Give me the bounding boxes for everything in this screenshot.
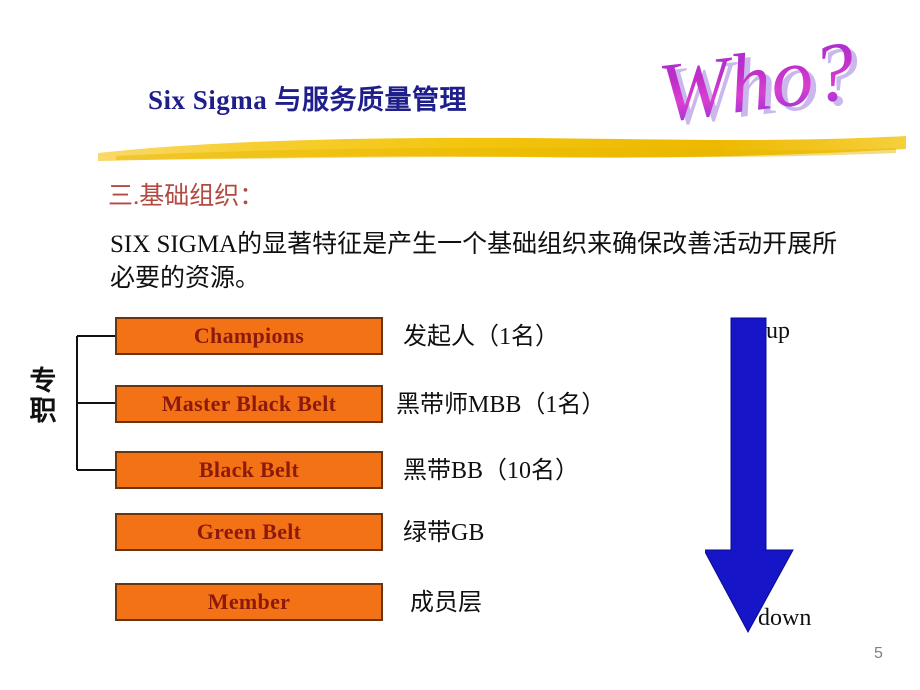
section-heading: 三.基础组织：	[108, 183, 265, 210]
role-box-label: Master Black Belt	[161, 391, 337, 416]
role-box-black-belt[interactable]: Black Belt	[115, 451, 383, 489]
role-box-champions[interactable]: Champions	[115, 317, 383, 355]
wordart-main-text: Who?	[655, 24, 860, 137]
role-box-label: Champions	[193, 323, 305, 348]
role-box-green-belt[interactable]: Green Belt	[115, 513, 383, 551]
fulltime-bracket-label: 专职	[29, 366, 57, 427]
arrow-label-up: up	[766, 318, 790, 344]
wordart-who: Who? Who?	[655, 22, 920, 137]
wordart-shadow-text: Who?	[659, 28, 865, 137]
role-box-master-black-belt[interactable]: Master Black Belt	[115, 385, 383, 423]
brush-divider	[96, 132, 908, 164]
body-paragraph: SIX SIGMA的显著特征是产生一个基础组织来确保改善活动开展所必要的资源。	[110, 231, 838, 292]
page-number: 5	[874, 645, 883, 662]
role-box-label: Black Belt	[198, 457, 300, 482]
down-arrow-icon	[705, 312, 805, 637]
role-box-label: Member	[207, 589, 291, 614]
role-box-label: Green Belt	[196, 519, 302, 544]
slide-title: Six Sigma 与服务质量管理	[148, 85, 468, 115]
role-description-member: 成员层	[410, 590, 482, 616]
role-description-black-belt: 黑带BB（10名）	[403, 458, 580, 484]
arrow-label-down: down	[758, 605, 812, 631]
role-description-green-belt: 绿带GB	[403, 520, 485, 546]
role-box-member[interactable]: Member	[115, 583, 383, 621]
slide-canvas: Six Sigma 与服务质量管理 Who? Who? 三.基础组织： SIX …	[0, 0, 920, 690]
role-description-champions: 发起人（1名）	[403, 324, 559, 350]
role-description-master-black-belt: 黑带师MBB（1名）	[396, 392, 606, 418]
